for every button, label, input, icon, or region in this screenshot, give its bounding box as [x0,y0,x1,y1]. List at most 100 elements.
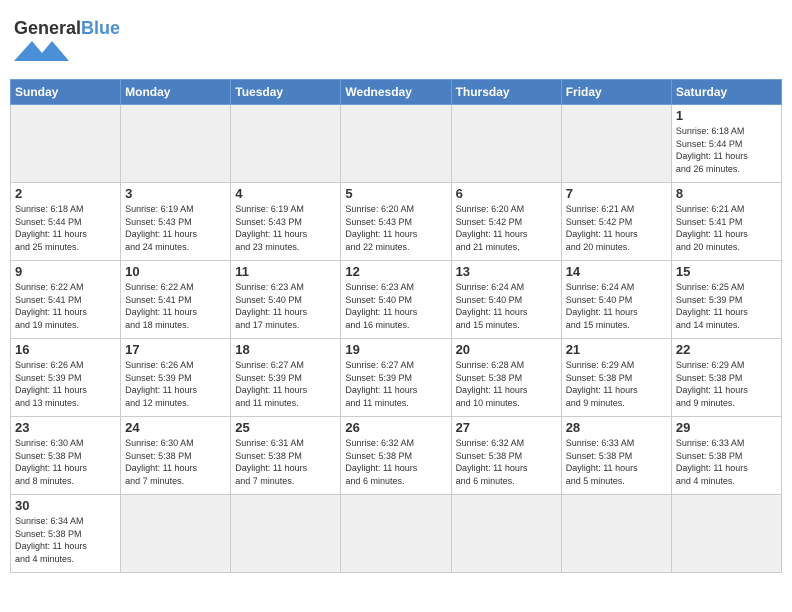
day-info: Sunrise: 6:22 AMSunset: 5:41 PMDaylight:… [15,281,116,331]
week-row-3: 9Sunrise: 6:22 AMSunset: 5:41 PMDaylight… [11,261,782,339]
day-cell [671,495,781,573]
day-info: Sunrise: 6:21 AMSunset: 5:42 PMDaylight:… [566,203,667,253]
weekday-saturday: Saturday [671,80,781,105]
weekday-monday: Monday [121,80,231,105]
day-info: Sunrise: 6:33 AMSunset: 5:38 PMDaylight:… [676,437,777,487]
day-cell: 3 Sunrise: 6:19 AMSunset: 5:43 PMDaylight… [121,183,231,261]
day-cell [121,105,231,183]
day-number: 18 [235,342,336,357]
day-cell: 2Sunrise: 6:18 AMSunset: 5:44 PMDaylight… [11,183,121,261]
day-info: Sunrise: 6:24 AMSunset: 5:40 PMDaylight:… [566,281,667,331]
day-info: Sunrise: 6:20 AMSunset: 5:43 PMDaylight:… [345,203,446,253]
day-number: 6 [456,186,557,201]
day-number: 8 [676,186,777,201]
day-cell: 27 Sunrise: 6:32 AMSunset: 5:38 PMDayligh… [451,417,561,495]
day-number: 27 [456,420,557,435]
day-number: 12 [345,264,446,279]
day-info: Sunrise: 6:34 AMSunset: 5:38 PMDaylight:… [15,515,116,565]
day-number: 16 [15,342,116,357]
logo-text-general: General [14,18,81,39]
day-number: 17 [125,342,226,357]
day-cell: 20Sunrise: 6:28 AMSunset: 5:38 PMDayligh… [451,339,561,417]
day-info: Sunrise: 6:29 AMSunset: 5:38 PMDaylight:… [676,359,777,409]
day-number: 14 [566,264,667,279]
day-number: 30 [15,498,116,513]
day-number: 7 [566,186,667,201]
day-cell [231,105,341,183]
day-cell: 25Sunrise: 6:31 AMSunset: 5:38 PMDayligh… [231,417,341,495]
day-info: Sunrise: 6:27 AMSunset: 5:39 PMDaylight:… [345,359,446,409]
day-number: 22 [676,342,777,357]
day-cell: 16Sunrise: 6:26 AMSunset: 5:39 PMDayligh… [11,339,121,417]
day-info: Sunrise: 6:21 AMSunset: 5:41 PMDaylight:… [676,203,777,253]
day-cell [341,105,451,183]
day-cell: 6 Sunrise: 6:20 AMSunset: 5:42 PMDaylight… [451,183,561,261]
logo: General Blue [14,18,120,63]
weekday-thursday: Thursday [451,80,561,105]
day-info: Sunrise: 6:33 AMSunset: 5:38 PMDaylight:… [566,437,667,487]
day-cell: 24 Sunrise: 6:30 AMSunset: 5:38 PMDayligh… [121,417,231,495]
day-cell: 1 Sunrise: 6:18 AMSunset: 5:44 PMDaylight… [671,105,781,183]
day-cell [121,495,231,573]
calendar-table: SundayMondayTuesdayWednesdayThursdayFrid… [10,79,782,573]
day-info: Sunrise: 6:19 AMSunset: 5:43 PMDaylight:… [235,203,336,253]
day-cell [341,495,451,573]
day-info: Sunrise: 6:29 AMSunset: 5:38 PMDaylight:… [566,359,667,409]
day-cell: 9Sunrise: 6:22 AMSunset: 5:41 PMDaylight… [11,261,121,339]
logo-icon [14,41,69,63]
day-cell [451,105,561,183]
day-cell: 14 Sunrise: 6:24 AMSunset: 5:40 PMDayligh… [561,261,671,339]
weekday-sunday: Sunday [11,80,121,105]
day-cell: 17 Sunrise: 6:26 AMSunset: 5:39 PMDayligh… [121,339,231,417]
day-cell: 15Sunrise: 6:25 AMSunset: 5:39 PMDayligh… [671,261,781,339]
day-cell: 13Sunrise: 6:24 AMSunset: 5:40 PMDayligh… [451,261,561,339]
day-cell [561,105,671,183]
day-info: Sunrise: 6:25 AMSunset: 5:39 PMDaylight:… [676,281,777,331]
day-cell [11,105,121,183]
day-number: 28 [566,420,667,435]
day-info: Sunrise: 6:30 AMSunset: 5:38 PMDaylight:… [125,437,226,487]
day-cell: 30 Sunrise: 6:34 AMSunset: 5:38 PMDayligh… [11,495,121,573]
week-row-5: 23 Sunrise: 6:30 AMSunset: 5:38 PMDayligh… [11,417,782,495]
day-cell [561,495,671,573]
weekday-header-row: SundayMondayTuesdayWednesdayThursdayFrid… [11,80,782,105]
day-info: Sunrise: 6:31 AMSunset: 5:38 PMDaylight:… [235,437,336,487]
day-info: Sunrise: 6:20 AMSunset: 5:42 PMDaylight:… [456,203,557,253]
day-cell: 11Sunrise: 6:23 AMSunset: 5:40 PMDayligh… [231,261,341,339]
day-number: 23 [15,420,116,435]
day-cell: 8 Sunrise: 6:21 AMSunset: 5:41 PMDaylight… [671,183,781,261]
day-cell: 4 Sunrise: 6:19 AMSunset: 5:43 PMDaylight… [231,183,341,261]
day-cell: 12 Sunrise: 6:23 AMSunset: 5:40 PMDayligh… [341,261,451,339]
week-row-2: 2Sunrise: 6:18 AMSunset: 5:44 PMDaylight… [11,183,782,261]
day-info: Sunrise: 6:27 AMSunset: 5:39 PMDaylight:… [235,359,336,409]
day-cell: 21Sunrise: 6:29 AMSunset: 5:38 PMDayligh… [561,339,671,417]
day-number: 24 [125,420,226,435]
week-row-4: 16 Sunrise: 6:26 AMSunset: 5:39 PMDayligh… [11,339,782,417]
day-number: 19 [345,342,446,357]
day-info: Sunrise: 6:30 AMSunset: 5:38 PMDaylight:… [15,437,116,487]
day-info: Sunrise: 6:32 AMSunset: 5:38 PMDaylight:… [456,437,557,487]
day-info: Sunrise: 6:23 AMSunset: 5:40 PMDaylight:… [345,281,446,331]
day-number: 26 [345,420,446,435]
day-number: 4 [235,186,336,201]
day-number: 20 [456,342,557,357]
day-cell: 29 Sunrise: 6:33 AMSunset: 5:38 PMDayligh… [671,417,781,495]
day-cell [451,495,561,573]
day-cell: 28 Sunrise: 6:33 AMSunset: 5:38 PMDayligh… [561,417,671,495]
day-info: Sunrise: 6:18 AMSunset: 5:44 PMDaylight:… [676,125,777,175]
day-cell: 7 Sunrise: 6:21 AMSunset: 5:42 PMDaylight… [561,183,671,261]
week-row-1: 1 Sunrise: 6:18 AMSunset: 5:44 PMDaylight… [11,105,782,183]
weekday-friday: Friday [561,80,671,105]
day-info: Sunrise: 6:24 AMSunset: 5:40 PMDaylight:… [456,281,557,331]
day-number: 1 [676,108,777,123]
day-number: 29 [676,420,777,435]
day-number: 11 [235,264,336,279]
day-info: Sunrise: 6:26 AMSunset: 5:39 PMDaylight:… [125,359,226,409]
day-cell: 23 Sunrise: 6:30 AMSunset: 5:38 PMDayligh… [11,417,121,495]
logo-text-blue: Blue [81,18,120,39]
weekday-wednesday: Wednesday [341,80,451,105]
day-info: Sunrise: 6:19 AMSunset: 5:43 PMDaylight:… [125,203,226,253]
day-number: 3 [125,186,226,201]
day-cell: 18 Sunrise: 6:27 AMSunset: 5:39 PMDayligh… [231,339,341,417]
day-cell: 26Sunrise: 6:32 AMSunset: 5:38 PMDayligh… [341,417,451,495]
